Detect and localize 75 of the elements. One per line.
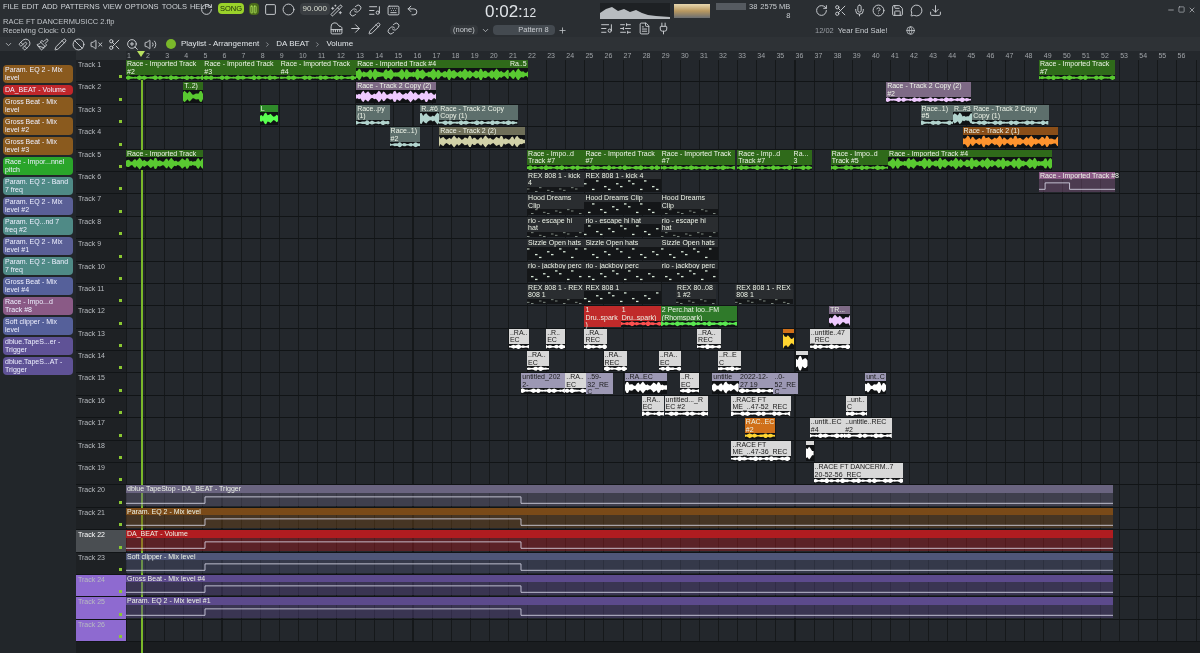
breadcrumb-separator-icon	[264, 40, 272, 48]
track-led-icon[interactable]	[119, 120, 122, 124]
song-time: 0:02:	[485, 2, 523, 22]
loop-icon[interactable]	[406, 4, 419, 17]
track-led-icon[interactable]	[119, 612, 122, 616]
tool-icon[interactable]	[330, 4, 343, 17]
cpu-meter	[716, 3, 746, 10]
track-led-icon[interactable]	[119, 568, 122, 571]
file-icon[interactable]	[638, 22, 651, 35]
track-led-icon[interactable]	[119, 209, 122, 213]
playlist-breadcrumb[interactable]: DA BEAT	[276, 38, 310, 50]
track-led-icon[interactable]	[119, 299, 122, 303]
track-led-icon[interactable]	[119, 164, 122, 168]
clip-header[interactable]	[796, 351, 808, 356]
slice-icon[interactable]	[108, 37, 121, 51]
track-led-icon[interactable]	[119, 232, 122, 236]
track-led-icon[interactable]	[119, 388, 122, 392]
link-icon[interactable]	[387, 22, 400, 35]
add-pattern-icon[interactable]	[557, 25, 567, 35]
peak-meter	[674, 4, 710, 18]
chat-icon[interactable]	[910, 4, 923, 17]
speaker-icon[interactable]	[144, 37, 157, 51]
track-led-icon[interactable]	[119, 411, 122, 415]
paint-icon[interactable]	[36, 37, 49, 51]
magnet-icon[interactable]	[18, 37, 31, 51]
track-led-icon[interactable]	[119, 478, 122, 482]
track-led-icon[interactable]	[119, 366, 122, 370]
delete-icon[interactable]	[72, 37, 85, 51]
breadcrumb-separator-icon	[314, 40, 322, 48]
track-led-icon[interactable]	[119, 321, 122, 325]
track-led-icon[interactable]	[119, 590, 122, 594]
record-icon[interactable]	[281, 3, 295, 16]
save-icon[interactable]	[891, 4, 904, 17]
cpu-graph-drawing	[600, 3, 670, 19]
pencil-icon[interactable]	[54, 37, 67, 51]
clip-header[interactable]	[783, 328, 795, 333]
tempo-field[interactable]: 90.000	[299, 3, 330, 15]
track-led-icon[interactable]	[119, 523, 122, 527]
track-led-icon[interactable]	[119, 433, 122, 437]
playlist-breadcrumb[interactable]: Volume	[326, 38, 354, 50]
help-icon[interactable]	[872, 4, 885, 17]
track-led-icon[interactable]	[119, 187, 122, 191]
mute-icon[interactable]	[90, 37, 103, 51]
track-led-icon[interactable]	[119, 500, 122, 504]
playlist-breadcrumb[interactable]: Playlist - Arrangement	[181, 38, 260, 50]
microphone-icon[interactable]	[853, 4, 866, 17]
stop-icon[interactable]	[263, 3, 277, 16]
refresh-icon[interactable]	[815, 4, 828, 17]
arrow-icon[interactable]	[349, 22, 362, 35]
song-time-centiseconds: 12	[522, 6, 537, 22]
zoom-icon[interactable]	[126, 37, 139, 51]
maximize-icon[interactable]	[1178, 6, 1185, 13]
globe-icon[interactable]	[905, 26, 915, 35]
clip-header[interactable]	[805, 440, 814, 445]
scissors-icon[interactable]	[834, 4, 847, 17]
link-icon[interactable]	[349, 4, 362, 17]
track-led-icon[interactable]	[119, 276, 122, 280]
track-led-icon[interactable]	[119, 635, 122, 639]
pencil-icon[interactable]	[368, 22, 381, 35]
track-led-icon[interactable]	[119, 545, 122, 549]
close-icon[interactable]	[1188, 6, 1196, 14]
download-icon[interactable]	[929, 4, 942, 17]
track-led-icon[interactable]	[119, 142, 122, 146]
playlist-icon[interactable]	[600, 22, 613, 35]
play-pause-button[interactable]	[249, 3, 259, 15]
track-led-icon[interactable]	[119, 254, 122, 258]
mixer-icon[interactable]	[619, 22, 632, 35]
playlist-logo-icon	[166, 39, 176, 49]
plugin-icon[interactable]	[657, 22, 670, 35]
track-led-icon[interactable]	[119, 75, 122, 79]
track-led-icon[interactable]	[119, 97, 122, 101]
track-led-icon[interactable]	[119, 344, 122, 348]
piano-icon[interactable]	[330, 22, 343, 35]
track-led-icon[interactable]	[119, 456, 122, 460]
keyboard-icon[interactable]	[387, 4, 400, 17]
